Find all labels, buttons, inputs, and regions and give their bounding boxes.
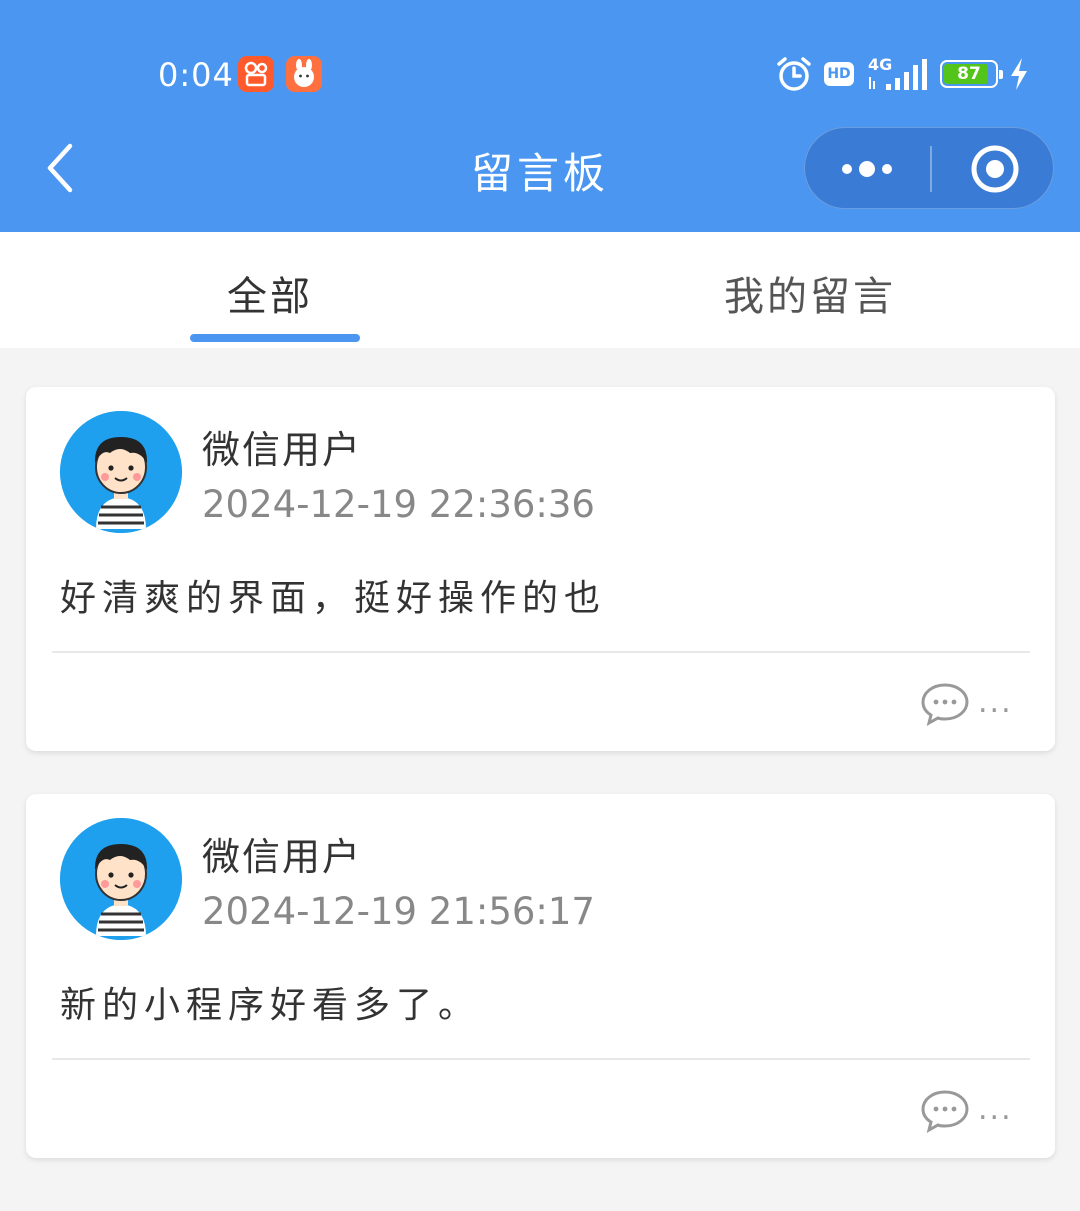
tab-my-messages[interactable]: 我的留言 [690, 264, 930, 322]
video-app-icon [238, 56, 274, 92]
tab-bar: 全部 我的留言 [0, 232, 1080, 348]
post-time: 2024-12-19 22:36:36 [202, 483, 595, 526]
close-button[interactable] [932, 128, 1055, 210]
battery-indicator: 87 [940, 60, 1003, 88]
more-button[interactable] [805, 128, 930, 210]
avatar [60, 818, 182, 940]
divider [52, 1058, 1030, 1060]
header: 0:04 HD 4G 87 留言板 [0, 0, 1080, 232]
post-time: 2024-12-19 21:56:17 [202, 890, 595, 933]
svg-text:4G: 4G [868, 55, 892, 74]
battery-percent: 87 [957, 64, 981, 84]
comment-button[interactable]: ... [920, 1088, 1020, 1136]
message-card: 微信用户 2024-12-19 21:56:17 新的小程序好看多了。 ... [26, 794, 1055, 1158]
more-dots-icon [842, 161, 892, 177]
message-card: 微信用户 2024-12-19 22:36:36 好清爽的界面，挺好操作的也 .… [26, 387, 1055, 751]
comment-bubble-icon [921, 1090, 969, 1133]
avatar [60, 411, 182, 533]
charging-icon [1011, 58, 1027, 90]
comment-label: ... [978, 1092, 1013, 1127]
alarm-icon [777, 57, 811, 91]
status-time: 0:04 [158, 56, 234, 94]
comment-label: ... [978, 685, 1013, 720]
comment-bubble-icon [921, 683, 969, 726]
message-content: 新的小程序好看多了。 [60, 985, 481, 1026]
comment-button[interactable]: ... [920, 681, 1020, 729]
username: 微信用户 [202, 835, 363, 879]
battery-cap [999, 70, 1003, 79]
divider [52, 651, 1030, 653]
status-icons: HD 4G 87 [774, 54, 1030, 94]
rabbit-app-icon [286, 56, 322, 92]
hd-badge: HD [824, 62, 854, 86]
tab-all[interactable]: 全部 [180, 264, 360, 322]
mini-program-capsule [804, 127, 1054, 209]
message-content: 好清爽的界面，挺好操作的也 [60, 578, 607, 619]
active-tab-indicator [190, 334, 360, 342]
username: 微信用户 [202, 428, 363, 472]
signal-icon: 4G [868, 55, 927, 90]
close-target-icon [971, 145, 1019, 193]
